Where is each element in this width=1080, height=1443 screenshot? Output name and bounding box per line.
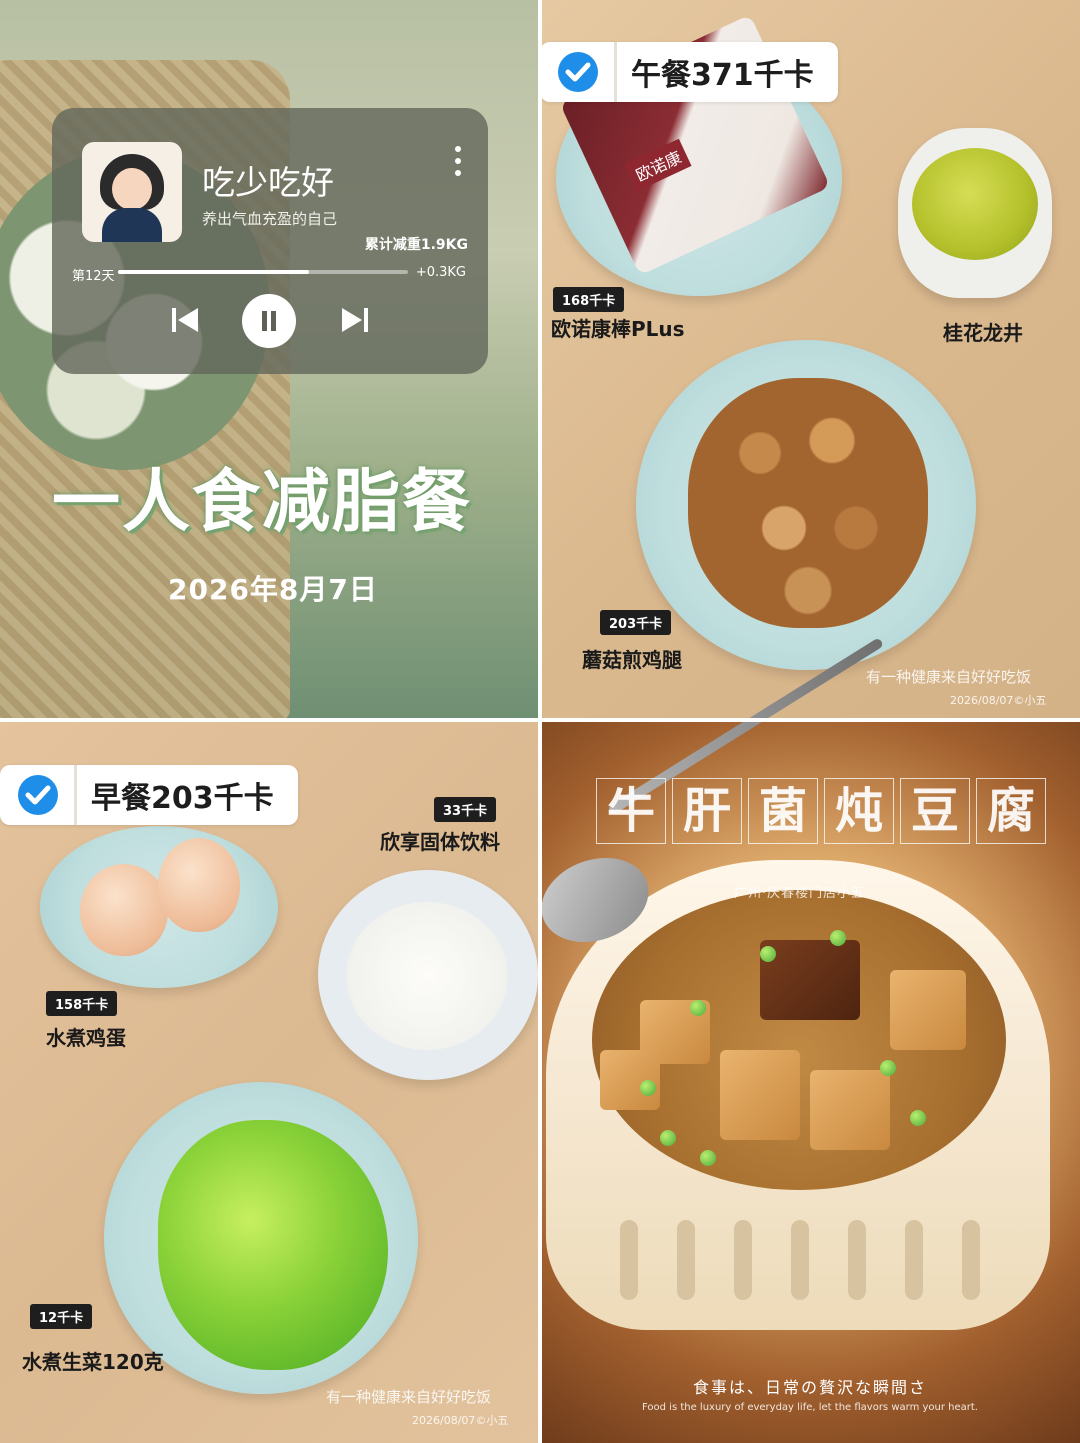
green-pea	[660, 1130, 676, 1146]
food-label: 欣享固体饮料	[380, 830, 500, 854]
kcal-tag: 168千卡	[553, 287, 625, 312]
grid-divider-horizontal	[0, 718, 1080, 722]
more-options-icon[interactable]	[454, 146, 462, 176]
cover-title: 一人食减脂餐	[52, 463, 473, 542]
boiled-egg	[80, 864, 168, 956]
lunch-badge: 午餐371千卡	[540, 42, 838, 102]
boiled-egg	[158, 838, 240, 932]
progress-fill	[118, 270, 310, 274]
kcal-tag: 33千卡	[434, 797, 497, 822]
previous-track-icon[interactable]	[170, 306, 200, 334]
weight-change: +0.3KG	[415, 265, 466, 280]
next-track-icon[interactable]	[340, 306, 370, 334]
watermark-date: 2026/08/07©小五	[412, 1414, 509, 1427]
food-label: 水煮鸡蛋	[46, 1026, 126, 1050]
progress-bar[interactable]	[118, 270, 408, 274]
food-label: 欧诺康棒PLus	[551, 317, 685, 341]
green-pea	[700, 1150, 716, 1166]
watermark: 有一种健康来自好好吃饭	[326, 1388, 492, 1406]
green-pea	[690, 1000, 706, 1016]
day-counter: 第12天	[72, 269, 115, 284]
green-pea	[760, 946, 776, 962]
breakfast-title: 早餐203千卡	[91, 781, 274, 816]
check-icon	[18, 775, 58, 815]
pot-stand-slots	[600, 1200, 1000, 1320]
player-subtitle: 养出气血充盈的自己	[202, 210, 338, 228]
solid-drink	[346, 902, 508, 1050]
total-weight-loss: 累计减重1.9KG	[364, 237, 468, 253]
dish-subtitle: 广州·庆春楼门店小五	[734, 886, 866, 901]
tea-liquid	[912, 148, 1038, 260]
food-label: 桂花龙井	[943, 321, 1023, 345]
dish-title-char: 肝	[672, 778, 742, 844]
tofu-piece	[720, 1050, 800, 1140]
dish-title-char: 炖	[824, 778, 894, 844]
music-player-card: 吃少吃好 养出气血充盈的自己 累计减重1.9KG 第12天 +0.3KG	[52, 108, 488, 374]
english-caption: Food is the luxury of everyday life, let…	[642, 1402, 978, 1413]
green-pea	[640, 1080, 656, 1096]
green-pea	[880, 1060, 896, 1076]
food-label: 蘑菇煎鸡腿	[582, 648, 682, 672]
kcal-tag: 158千卡	[46, 991, 118, 1016]
kcal-tag: 12千卡	[30, 1304, 93, 1329]
watermark-date: 2026/08/07©小五	[950, 694, 1047, 707]
green-pea	[910, 1110, 926, 1126]
check-icon	[558, 52, 598, 92]
watermark: 有一种健康来自好好吃饭	[866, 668, 1032, 686]
dish-title-char: 腐	[976, 778, 1046, 844]
dish-title: 牛 肝 菌 炖 豆 腐	[596, 778, 1046, 844]
cover-date: 2026年8月7日	[168, 573, 378, 606]
lunch-title: 午餐371千卡	[631, 58, 814, 93]
pause-button[interactable]	[242, 294, 296, 348]
mushroom-chicken-dish	[688, 378, 928, 628]
player-title: 吃少吃好	[202, 163, 334, 202]
breakfast-badge: 早餐203千卡	[0, 765, 298, 825]
dish-title-char: 牛	[596, 778, 666, 844]
pause-icon	[262, 311, 276, 331]
avatar	[82, 142, 182, 242]
dish-title-char: 菌	[748, 778, 818, 844]
tofu-piece	[810, 1070, 890, 1150]
food-label: 水煮生菜120克	[22, 1350, 164, 1374]
tofu-piece	[890, 970, 966, 1050]
dish-title-char: 豆	[900, 778, 970, 844]
kcal-tag: 203千卡	[600, 610, 672, 635]
green-pea	[830, 930, 846, 946]
japanese-caption: 食事は、日常の贅沢な瞬間さ	[692, 1378, 927, 1397]
